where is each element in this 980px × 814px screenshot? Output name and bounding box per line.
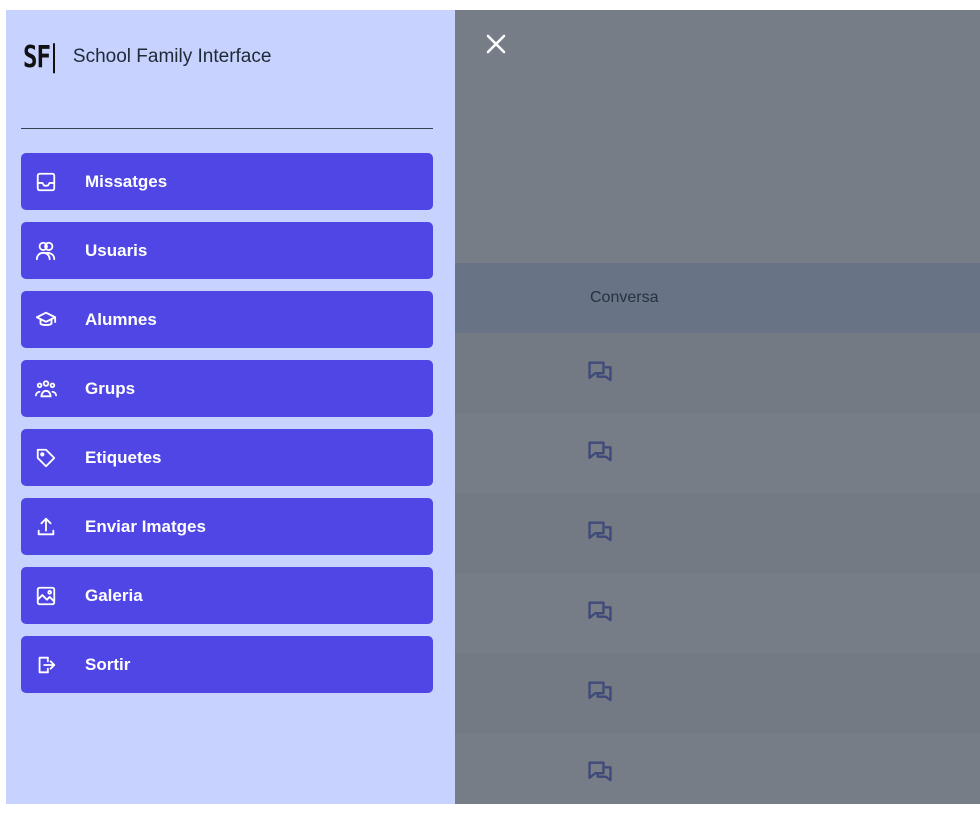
sidebar-item-label: Alumnes [85, 309, 157, 329]
divider [21, 128, 433, 129]
sidebar-item-label: Grups [85, 378, 136, 398]
sidebar: SF School Family Interface Missatges Usu… [6, 10, 455, 804]
image-icon [35, 585, 57, 607]
users-icon [35, 240, 57, 262]
graduation-cap-icon [35, 309, 57, 331]
sidebar-item-label: Enviar Imatges [85, 516, 206, 536]
sidebar-item-label: Etiquetes [85, 447, 162, 467]
sidebar-item-etiquetes[interactable]: Etiquetes [21, 429, 433, 486]
chat-bubbles-icon[interactable] [586, 758, 614, 786]
sidebar-item-missatges[interactable]: Missatges [21, 153, 433, 210]
sidebar-item-enviar-imatges[interactable]: Enviar Imatges [21, 498, 433, 555]
sidebar-item-label: Missatges [85, 171, 168, 191]
sidebar-item-usuaris[interactable]: Usuaris [21, 222, 433, 279]
logout-icon [35, 654, 57, 676]
upload-icon [35, 516, 57, 538]
tag-icon [35, 447, 57, 469]
app-title: School Family Interface [72, 46, 272, 67]
sidebar-item-grups[interactable]: Grups [21, 360, 433, 417]
chat-bubbles-icon[interactable] [586, 518, 614, 546]
chat-bubbles-icon[interactable] [586, 598, 614, 626]
app-frame: Conversa SF School Family Interface Miss… [6, 10, 980, 804]
chat-bubbles-icon[interactable] [586, 358, 614, 386]
sidebar-item-label: Galeria [85, 585, 143, 605]
close-icon[interactable] [480, 28, 512, 60]
user-group-icon [35, 378, 57, 400]
sidebar-item-sortir[interactable]: Sortir [21, 636, 433, 693]
logo: SF [23, 40, 55, 75]
sidebar-item-galeria[interactable]: Galeria [21, 567, 433, 624]
sidebar-nav: Missatges Usuaris Alumnes Grups Etiquete… [21, 153, 433, 705]
column-header-conversa: Conversa [590, 289, 659, 306]
sidebar-item-alumnes[interactable]: Alumnes [21, 291, 433, 348]
sidebar-item-label: Sortir [85, 654, 131, 674]
brand: SF School Family Interface [23, 40, 272, 75]
chat-bubbles-icon[interactable] [586, 438, 614, 466]
chat-bubbles-icon[interactable] [586, 678, 614, 706]
sidebar-item-label: Usuaris [85, 240, 148, 260]
inbox-icon [35, 171, 57, 193]
